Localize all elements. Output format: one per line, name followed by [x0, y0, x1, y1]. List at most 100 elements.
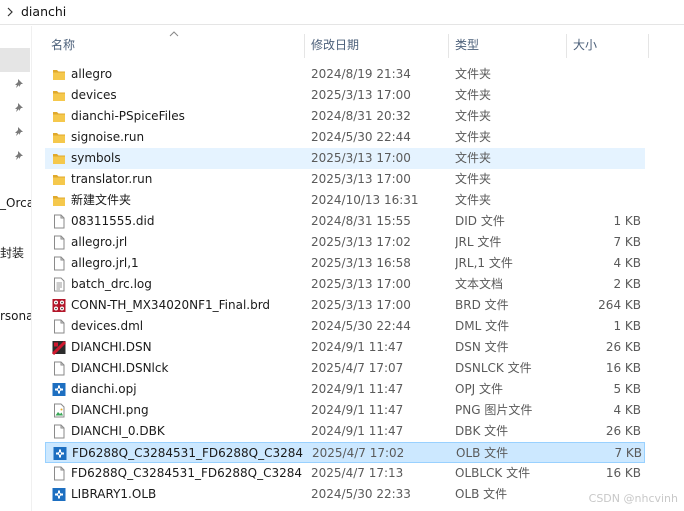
file-row[interactable]: devices 2025/3/13 17:00 文件夹	[45, 85, 645, 106]
column-name[interactable]: 名称	[44, 30, 304, 60]
folder-icon	[52, 109, 66, 124]
text-document-icon	[52, 277, 66, 292]
column-divider[interactable]	[648, 34, 649, 58]
document-icon	[52, 466, 66, 481]
folder-icon	[52, 172, 66, 187]
file-size: 16 KB	[605, 466, 641, 480]
file-row[interactable]: 新建文件夹 2024/10/13 16:31 文件夹	[45, 190, 645, 211]
pin-icon	[15, 103, 23, 112]
column-size[interactable]: 大小	[566, 30, 646, 60]
column-header: 名称 修改日期 类型 大小	[44, 30, 684, 60]
file-modified: 2025/4/7 17:07	[311, 361, 404, 375]
file-modified: 2025/4/7 17:02	[312, 446, 405, 460]
file-type: DSN 文件	[455, 340, 509, 354]
file-name: 08311555.did	[71, 214, 155, 228]
breadcrumb-folder[interactable]: dianchi	[21, 4, 66, 19]
capture-library-icon	[53, 446, 67, 461]
file-row[interactable]: FD6288Q_C3284531_FD6288Q_C3284... 2025/4…	[45, 463, 645, 484]
file-row-hovered[interactable]: symbols 2025/3/13 17:00 文件夹	[45, 148, 645, 169]
file-type: DSNLCK 文件	[455, 361, 532, 375]
file-modified: 2024/5/30 22:44	[311, 319, 411, 333]
file-name: devices	[71, 88, 117, 102]
pin-icon	[15, 127, 23, 136]
file-modified: 2025/3/13 17:00	[311, 88, 411, 102]
file-row[interactable]: signoise.run 2024/5/30 22:44 文件夹	[45, 127, 645, 148]
document-icon	[52, 361, 66, 376]
file-name: dianchi-PSpiceFiles	[71, 109, 185, 123]
file-size: 5 KB	[613, 382, 641, 396]
file-name: allegro.jrl	[71, 235, 128, 249]
nav-item-footprint[interactable]: 封装	[0, 244, 24, 261]
file-row-selected[interactable]: FD6288Q_C3284531_FD6288Q_C3284... 2025/4…	[45, 442, 645, 463]
folder-icon	[52, 67, 66, 82]
file-size: 1 KB	[613, 214, 641, 228]
file-name: DIANCHI.DSN	[71, 340, 152, 354]
document-icon	[52, 319, 66, 334]
file-row[interactable]: batch_drc.log 2025/3/13 17:00 文本文档 2 KB	[45, 274, 645, 295]
capture-design-icon	[51, 340, 67, 356]
file-type: DML 文件	[455, 319, 510, 333]
file-type: 文件夹	[455, 130, 492, 144]
document-icon	[52, 256, 66, 271]
file-name: FD6288Q_C3284531_FD6288Q_C3284...	[72, 446, 304, 460]
file-type: OLB 文件	[455, 487, 508, 501]
file-name: allegro	[71, 67, 113, 81]
nav-item-selected[interactable]	[0, 48, 30, 72]
file-row[interactable]: LIBRARY1.OLB 2024/5/30 22:33 OLB 文件	[45, 484, 645, 505]
file-row[interactable]: translator.run 2025/3/13 17:00 文件夹	[45, 169, 645, 190]
navigation-pane[interactable]: _Orca 封装 rsona	[0, 26, 32, 511]
file-name: signoise.run	[71, 130, 145, 144]
file-modified: 2024/10/13 16:31	[311, 193, 419, 207]
file-row[interactable]: allegro.jrl,1 2025/3/13 16:58 JRL,1 文件 4…	[45, 253, 645, 274]
chevron-right-icon[interactable]	[5, 6, 15, 18]
file-row[interactable]: dianchi-PSpiceFiles 2024/8/31 20:32 文件夹	[45, 106, 645, 127]
file-name: devices.dml	[71, 319, 144, 333]
file-name: CONN-TH_MX34020NF1_Final.brd	[71, 298, 271, 312]
file-modified: 2024/8/31 20:32	[311, 109, 411, 123]
watermark: CSDN @nhcvinh	[588, 492, 678, 505]
file-name: 新建文件夹	[71, 193, 132, 207]
file-size: 4 KB	[613, 256, 641, 270]
nav-item-orcad[interactable]: _Orca	[0, 196, 31, 210]
file-row[interactable]: devices.dml 2024/5/30 22:44 DML 文件 1 KB	[45, 316, 645, 337]
capture-project-icon	[52, 382, 66, 397]
file-type: BRD 文件	[455, 298, 509, 312]
file-modified: 2024/8/19 21:34	[311, 67, 411, 81]
file-modified: 2025/3/13 17:02	[311, 235, 411, 249]
file-row[interactable]: CONN-TH_MX34020NF1_Final.brd 2025/3/13 1…	[45, 295, 645, 316]
file-type: 文件夹	[455, 67, 492, 81]
file-size: 2 KB	[613, 277, 641, 291]
file-type: 文件夹	[455, 172, 492, 186]
file-size: 7 KB	[614, 446, 642, 460]
file-row[interactable]: DIANCHI.DSN 2024/9/1 11:47 DSN 文件 26 KB	[45, 337, 645, 358]
file-name: FD6288Q_C3284531_FD6288Q_C3284...	[71, 466, 303, 480]
pin-icon	[15, 79, 23, 88]
file-type: 文件夹	[455, 151, 492, 165]
file-type: 文件夹	[455, 193, 492, 207]
file-row[interactable]: allegro.jrl 2025/3/13 17:02 JRL 文件 7 KB	[45, 232, 645, 253]
file-type: JRL,1 文件	[455, 256, 513, 270]
address-bar[interactable]: dianchi	[0, 0, 684, 25]
file-modified: 2025/3/13 17:00	[311, 277, 411, 291]
file-size: 16 KB	[605, 361, 641, 375]
file-row[interactable]: allegro 2024/8/19 21:34 文件夹	[45, 64, 645, 85]
file-type: DID 文件	[455, 214, 505, 228]
file-row[interactable]: dianchi.opj 2024/9/1 11:47 OPJ 文件 5 KB	[45, 379, 645, 400]
folder-icon	[52, 130, 66, 145]
file-name: dianchi.opj	[71, 382, 137, 396]
allegro-board-icon	[52, 298, 66, 313]
nav-item-personal[interactable]: rsona	[0, 309, 31, 323]
file-modified: 2024/9/1 11:47	[311, 340, 404, 354]
file-size: 26 KB	[605, 424, 641, 438]
file-row[interactable]: DIANCHI_0.DBK 2024/9/1 11:47 DBK 文件 26 K…	[45, 421, 645, 442]
file-modified: 2024/8/31 15:55	[311, 214, 411, 228]
file-type: 文件夹	[455, 88, 492, 102]
file-row[interactable]: DIANCHI.DSNlck 2025/4/7 17:07 DSNLCK 文件 …	[45, 358, 645, 379]
column-type[interactable]: 类型	[448, 30, 566, 60]
file-row[interactable]: 08311555.did 2024/8/31 15:55 DID 文件 1 KB	[45, 211, 645, 232]
file-modified: 2024/9/1 11:47	[311, 403, 404, 417]
file-type: DBK 文件	[455, 424, 509, 438]
column-modified[interactable]: 修改日期	[304, 30, 448, 60]
file-row[interactable]: DIANCHI.png 2024/9/1 11:47 PNG 图片文件 4 KB	[45, 400, 645, 421]
file-type: JRL 文件	[455, 235, 502, 249]
